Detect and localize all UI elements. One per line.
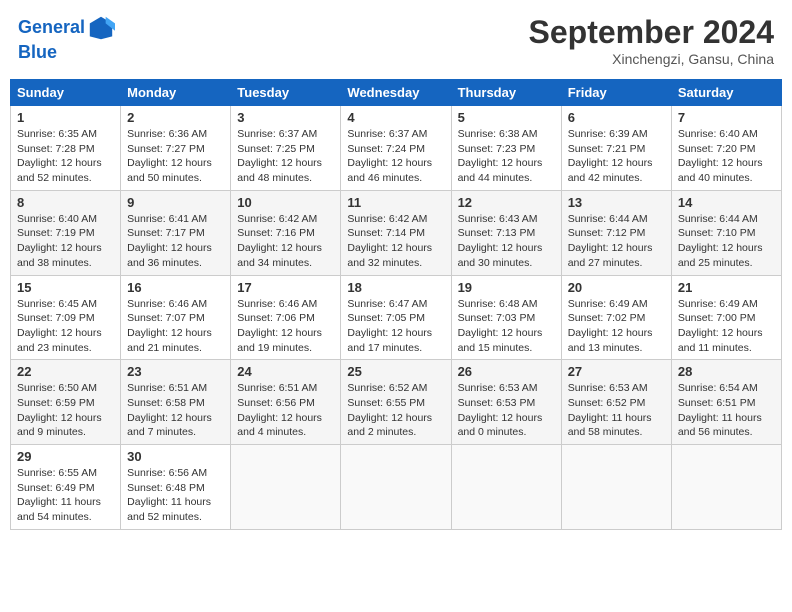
table-row: 22Sunrise: 6:50 AMSunset: 6:59 PMDayligh… xyxy=(11,360,121,445)
table-row: 17Sunrise: 6:46 AMSunset: 7:06 PMDayligh… xyxy=(231,275,341,360)
table-row: 4Sunrise: 6:37 AMSunset: 7:24 PMDaylight… xyxy=(341,106,451,191)
month-title: September 2024 xyxy=(529,14,774,51)
table-row: 11Sunrise: 6:42 AMSunset: 7:14 PMDayligh… xyxy=(341,190,451,275)
calendar-table: Sunday Monday Tuesday Wednesday Thursday… xyxy=(10,79,782,530)
table-row: 12Sunrise: 6:43 AMSunset: 7:13 PMDayligh… xyxy=(451,190,561,275)
calendar-header-row: Sunday Monday Tuesday Wednesday Thursday… xyxy=(11,80,782,106)
table-row: 3Sunrise: 6:37 AMSunset: 7:25 PMDaylight… xyxy=(231,106,341,191)
table-row: 19Sunrise: 6:48 AMSunset: 7:03 PMDayligh… xyxy=(451,275,561,360)
col-wednesday: Wednesday xyxy=(341,80,451,106)
table-row: 15Sunrise: 6:45 AMSunset: 7:09 PMDayligh… xyxy=(11,275,121,360)
col-monday: Monday xyxy=(121,80,231,106)
table-row xyxy=(671,445,781,530)
table-row: 6Sunrise: 6:39 AMSunset: 7:21 PMDaylight… xyxy=(561,106,671,191)
table-row xyxy=(561,445,671,530)
table-row: 7Sunrise: 6:40 AMSunset: 7:20 PMDaylight… xyxy=(671,106,781,191)
table-row: 14Sunrise: 6:44 AMSunset: 7:10 PMDayligh… xyxy=(671,190,781,275)
page-header: General Blue September 2024 Xinchengzi, … xyxy=(10,10,782,71)
logo: General Blue xyxy=(18,14,115,64)
col-tuesday: Tuesday xyxy=(231,80,341,106)
table-row: 9Sunrise: 6:41 AMSunset: 7:17 PMDaylight… xyxy=(121,190,231,275)
table-row: 5Sunrise: 6:38 AMSunset: 7:23 PMDaylight… xyxy=(451,106,561,191)
table-row: 13Sunrise: 6:44 AMSunset: 7:12 PMDayligh… xyxy=(561,190,671,275)
table-row: 27Sunrise: 6:53 AMSunset: 6:52 PMDayligh… xyxy=(561,360,671,445)
table-row: 26Sunrise: 6:53 AMSunset: 6:53 PMDayligh… xyxy=(451,360,561,445)
table-row xyxy=(231,445,341,530)
location: Xinchengzi, Gansu, China xyxy=(529,51,774,67)
table-row: 30Sunrise: 6:56 AMSunset: 6:48 PMDayligh… xyxy=(121,445,231,530)
logo-text: General xyxy=(18,17,85,39)
logo-icon xyxy=(87,14,115,42)
table-row: 29Sunrise: 6:55 AMSunset: 6:49 PMDayligh… xyxy=(11,445,121,530)
col-saturday: Saturday xyxy=(671,80,781,106)
table-row: 25Sunrise: 6:52 AMSunset: 6:55 PMDayligh… xyxy=(341,360,451,445)
title-block: September 2024 Xinchengzi, Gansu, China xyxy=(529,14,774,67)
table-row: 2Sunrise: 6:36 AMSunset: 7:27 PMDaylight… xyxy=(121,106,231,191)
table-row: 24Sunrise: 6:51 AMSunset: 6:56 PMDayligh… xyxy=(231,360,341,445)
col-thursday: Thursday xyxy=(451,80,561,106)
logo-text2: Blue xyxy=(18,42,57,64)
table-row: 28Sunrise: 6:54 AMSunset: 6:51 PMDayligh… xyxy=(671,360,781,445)
table-row: 23Sunrise: 6:51 AMSunset: 6:58 PMDayligh… xyxy=(121,360,231,445)
table-row xyxy=(341,445,451,530)
col-sunday: Sunday xyxy=(11,80,121,106)
table-row: 21Sunrise: 6:49 AMSunset: 7:00 PMDayligh… xyxy=(671,275,781,360)
table-row: 18Sunrise: 6:47 AMSunset: 7:05 PMDayligh… xyxy=(341,275,451,360)
table-row: 1Sunrise: 6:35 AMSunset: 7:28 PMDaylight… xyxy=(11,106,121,191)
table-row xyxy=(451,445,561,530)
table-row: 8Sunrise: 6:40 AMSunset: 7:19 PMDaylight… xyxy=(11,190,121,275)
table-row: 10Sunrise: 6:42 AMSunset: 7:16 PMDayligh… xyxy=(231,190,341,275)
col-friday: Friday xyxy=(561,80,671,106)
table-row: 16Sunrise: 6:46 AMSunset: 7:07 PMDayligh… xyxy=(121,275,231,360)
table-row: 20Sunrise: 6:49 AMSunset: 7:02 PMDayligh… xyxy=(561,275,671,360)
